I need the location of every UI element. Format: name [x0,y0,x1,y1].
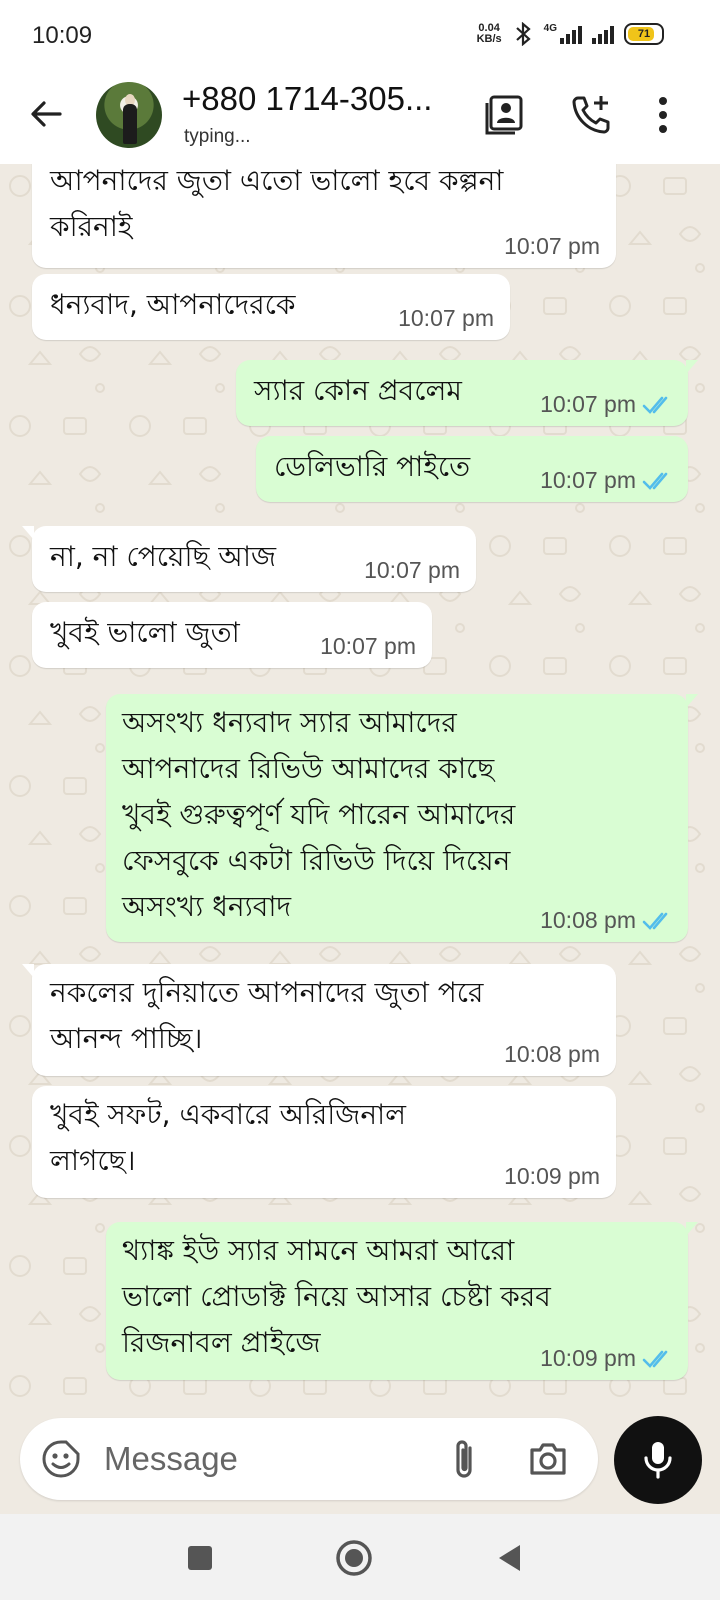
message-time: 10:07 pm [320,633,416,659]
message-text-line: আনন্দ পাচ্ছি। [50,1022,203,1055]
status-bar: 10:09 0.04 KB/s 4G 71 [0,0,720,70]
message-bubble-incoming[interactable]: খুবই সফট, একবারে অরিজিনাল লাগছে। 10:09 p… [32,1086,616,1198]
message-text-line: লাগছে। [50,1144,136,1177]
contact-status: typing... [184,126,251,147]
microphone-icon [644,1442,672,1479]
message-bubble-incoming[interactable]: খুবই ভালো জুতা 10:07 pm [32,602,432,668]
status-icons: 0.04 KB/s 4G 71 [477,22,664,46]
battery-icon: 71 [624,23,664,45]
message-bubble-outgoing[interactable]: অসংখ্য ধন্যবাদ স্যার আমাদের আপনাদের রিভি… [106,694,698,942]
message-text-line: করিনাই [50,210,133,243]
message-text-line: ধন্যবাদ, আপনাদেরকে [50,288,296,321]
system-nav-bar [0,1514,720,1600]
message-time: 10:07 pm [540,391,636,417]
status-time: 10:09 [32,22,93,49]
back-arrow-icon[interactable] [26,94,66,134]
microphone-button[interactable] [614,1416,702,1504]
camera-icon[interactable] [526,1438,570,1480]
message-bubble-incoming[interactable]: আপনাদের জুতা এতো ভালো হবে কল্পনা করিনাই … [32,164,616,268]
signal-icon [560,24,582,44]
message-text-line: খুবই গুরুত্বপূর্ণ যদি পারেন আমাদের [122,798,516,831]
contact-name[interactable]: +880 1714-305... [182,80,432,118]
message-text-line: স্যার কোন প্রবলেম [254,374,462,407]
signal-icon-2 [592,24,614,44]
message-time: 10:09 pm [504,1163,600,1189]
add-call-icon[interactable] [568,92,614,138]
message-bubble-outgoing[interactable]: স্যার কোন প্রবলেম 10:07 pm [236,360,698,426]
message-bubble-incoming[interactable]: ধন্যবাদ, আপনাদেরকে 10:07 pm [32,274,510,340]
message-text-line: না, না পেয়েছি আজ [50,540,277,573]
read-ticks-icon [642,1350,668,1368]
avatar[interactable] [96,82,162,148]
home-icon[interactable] [334,1538,374,1578]
network-type: 4G [543,23,557,34]
message-text-line: অসংখ্য ধন্যবাদ [122,890,292,923]
chat-header: +880 1714-305... typing... [0,70,720,164]
chat-messages[interactable]: আপনাদের জুতা এতো ভালো হবে কল্পনা করিনাই … [0,164,720,1410]
message-time: 10:07 pm [504,233,600,259]
message-text-line: নকলের দুনিয়াতে আপনাদের জুতা পরে [50,976,484,1009]
message-time: 10:07 pm [398,305,494,331]
back-nav-icon[interactable] [492,1540,528,1576]
contact-card-icon[interactable] [482,92,528,138]
more-options-icon[interactable] [648,92,678,138]
signal-4g: 4G [544,24,582,44]
message-bubble-incoming[interactable]: না, না পেয়েছি আজ 10:07 pm [22,526,476,592]
message-time: 10:07 pm [540,467,636,493]
recent-apps-icon[interactable] [182,1540,218,1576]
message-bubble-incoming[interactable]: নকলের দুনিয়াতে আপনাদের জুতা পরে আনন্দ প… [22,964,616,1076]
message-input[interactable]: Message [20,1418,598,1500]
message-text-line: আপনাদের জুতা এতো ভালো হবে কল্পনা [50,164,504,197]
message-placeholder: Message [104,1440,238,1477]
message-text-line: আপনাদের রিভিউ আমাদের কাছে [122,752,495,785]
message-composer: Message [0,1410,720,1510]
read-ticks-icon [642,396,668,414]
message-text-line: খুবই সফট, একবারে অরিজিনাল [50,1098,407,1131]
message-bubble-outgoing[interactable]: ডেলিভারি পাইতে 10:07 pm [256,436,688,502]
message-time: 10:09 pm [540,1345,636,1371]
message-time: 10:07 pm [364,557,460,583]
battery-level: 71 [637,28,651,40]
attachment-icon[interactable] [444,1436,484,1482]
emoji-icon[interactable] [40,1438,82,1480]
message-text-line: ভালো প্রোডাক্ট নিয়ে আসার চেষ্টা করব [122,1280,551,1313]
read-ticks-icon [642,912,668,930]
bluetooth-icon [515,22,531,46]
message-text-line: খুবই ভালো জুতা [50,616,240,649]
message-text-line: থ্যাঙ্ক ইউ স্যার সামনে আমরা আরো [122,1234,515,1267]
net-speed-unit: KB/s [476,33,502,45]
message-text-line: রিজনাবল প্রাইজে [122,1326,321,1359]
message-time: 10:08 pm [540,907,636,933]
message-text-line: ডেলিভারি পাইতে [274,450,471,483]
message-time: 10:08 pm [504,1041,600,1067]
network-speed: 0.04 KB/s [477,23,502,45]
message-text-line: ফেসবুকে একটা রিভিউ দিয়ে দিয়েন [122,844,511,877]
read-ticks-icon [642,472,668,490]
message-text-line: অসংখ্য ধন্যবাদ স্যার আমাদের [122,706,457,739]
message-bubble-outgoing[interactable]: থ্যাঙ্ক ইউ স্যার সামনে আমরা আরো ভালো প্র… [106,1222,698,1380]
